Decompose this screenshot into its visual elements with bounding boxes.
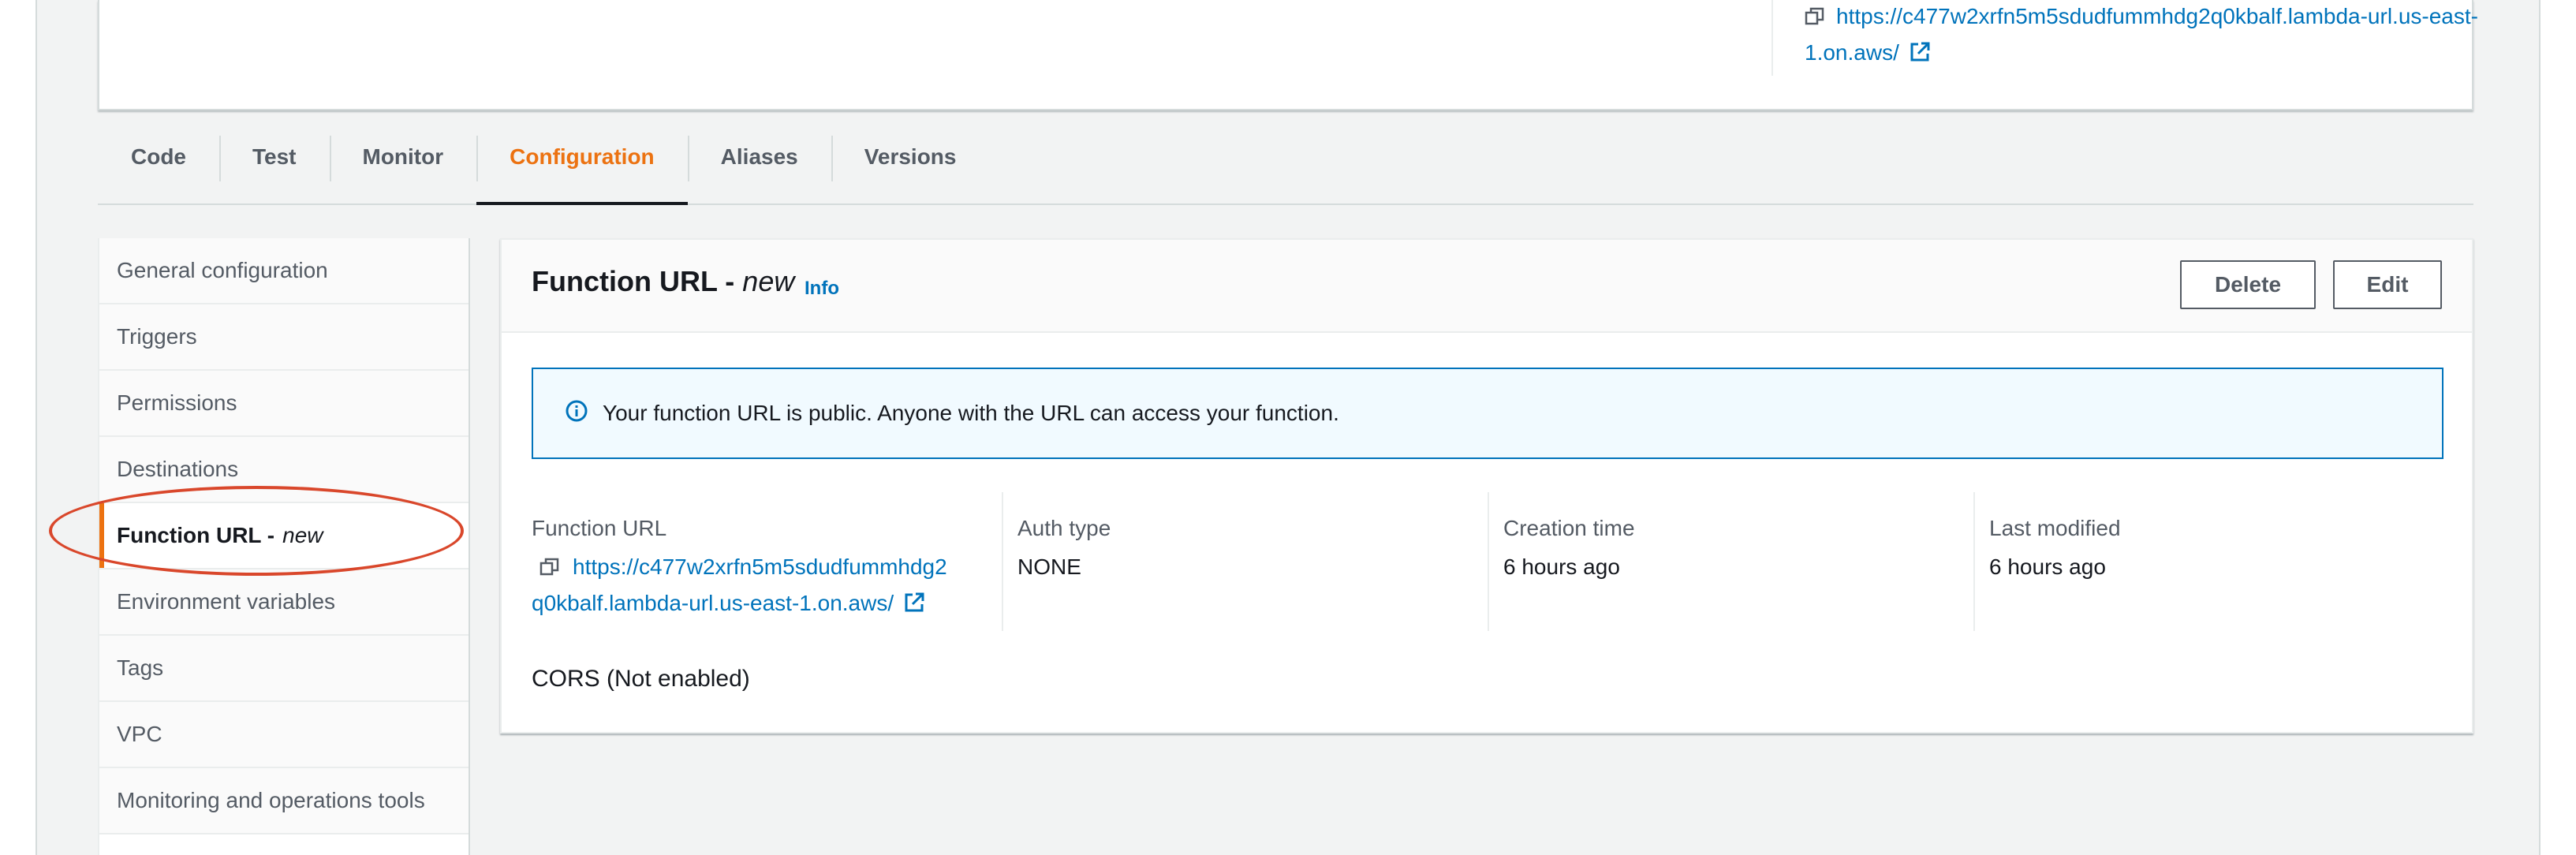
tab-configuration-label[interactable]: Configuration bbox=[510, 144, 655, 170]
tab-versions-label[interactable]: Versions bbox=[864, 144, 957, 170]
copy-icon[interactable] bbox=[1805, 3, 1825, 36]
column-divider bbox=[1973, 492, 1975, 631]
function-url-panel: Function URL - new Info Delete Edit Your … bbox=[500, 238, 2473, 734]
panel-header: Function URL - new Info Delete Edit bbox=[502, 240, 2472, 333]
external-link-icon[interactable] bbox=[1909, 39, 1931, 73]
menu-item-label[interactable]: Tags bbox=[117, 655, 163, 681]
menu-item-destinations[interactable]: Destinations bbox=[99, 437, 469, 503]
info-link[interactable]: Info bbox=[805, 278, 839, 300]
delete-button[interactable]: Delete bbox=[2180, 260, 2316, 309]
menu-item-environment-variables[interactable]: Environment variables bbox=[99, 569, 469, 636]
function-overview-panel: https://c477w2xrfn5m5sdudfummhdg2q0kbalf… bbox=[98, 0, 2478, 110]
function-tabs: Code Test Monitor Configuration Aliases … bbox=[98, 128, 2473, 205]
overview-divider bbox=[1771, 0, 1773, 76]
menu-item-label[interactable]: Permissions bbox=[117, 390, 237, 416]
external-link-icon[interactable] bbox=[903, 590, 925, 623]
auth-type-value: NONE bbox=[1017, 554, 1081, 579]
function-url-line2[interactable]: q0kbalf.lambda-url.us-east-1.on.aws/ bbox=[532, 591, 894, 615]
menu-item-vpc[interactable]: VPC bbox=[99, 702, 469, 768]
detail-creation-time: Creation time 6 hours ago bbox=[1503, 492, 1961, 631]
alert-text: Your function URL is public. Anyone with… bbox=[603, 401, 1339, 425]
menu-item-function-url[interactable]: Function URL - new bbox=[99, 503, 469, 569]
tab-monitor[interactable]: Monitor bbox=[329, 128, 477, 203]
tab-monitor-label[interactable]: Monitor bbox=[363, 144, 444, 170]
menu-item-label[interactable]: Triggers bbox=[117, 324, 197, 349]
menu-item-monitoring-and-operations-tools[interactable]: Monitoring and operations tools bbox=[99, 768, 469, 834]
menu-item-new-badge: new bbox=[282, 523, 323, 547]
menu-item-label[interactable]: Monitoring and operations tools bbox=[117, 788, 425, 813]
last-modified-label: Last modified bbox=[1989, 516, 2121, 540]
public-url-alert: Your function URL is public. Anyone with… bbox=[532, 368, 2443, 459]
tab-test[interactable]: Test bbox=[219, 128, 330, 203]
last-modified-value: 6 hours ago bbox=[1989, 554, 2106, 579]
auth-type-label: Auth type bbox=[1017, 516, 1111, 540]
detail-last-modified: Last modified 6 hours ago bbox=[1989, 492, 2443, 631]
menu-item-label[interactable]: Environment variables bbox=[117, 589, 335, 614]
info-icon bbox=[565, 399, 588, 428]
function-url-label: Function URL bbox=[532, 516, 667, 540]
detail-auth-type: Auth type NONE bbox=[1017, 492, 1475, 631]
panel-title-text: Function URL - bbox=[532, 265, 735, 297]
tab-aliases-label[interactable]: Aliases bbox=[721, 144, 798, 170]
creation-time-value: 6 hours ago bbox=[1503, 554, 1620, 579]
menu-item-label[interactable]: Function URL - bbox=[117, 523, 274, 548]
panel-title-new-badge: new bbox=[742, 265, 795, 297]
menu-item-permissions[interactable]: Permissions bbox=[99, 371, 469, 437]
overview-url-line1[interactable]: https://c477w2xrfn5m5sdudfummhdg2q0kbalf… bbox=[1836, 4, 2478, 28]
function-url-details: Function URL https://c477w2xrfn5m5sdudfu… bbox=[532, 492, 2443, 634]
function-url-line1[interactable]: https://c477w2xrfn5m5sdudfummhdg2 bbox=[573, 554, 947, 579]
menu-item-triggers[interactable]: Triggers bbox=[99, 304, 469, 371]
edit-button[interactable]: Edit bbox=[2333, 260, 2442, 309]
menu-item-general-configuration[interactable]: General configuration bbox=[99, 238, 469, 304]
menu-item-tags[interactable]: Tags bbox=[99, 636, 469, 702]
detail-function-url: Function URL https://c477w2xrfn5m5sdudfu… bbox=[532, 492, 997, 631]
overview-url-line2[interactable]: 1.on.aws/ bbox=[1805, 40, 1899, 65]
column-divider bbox=[1002, 492, 1003, 631]
function-url-value[interactable]: https://c477w2xrfn5m5sdudfummhdg2 q0kbal… bbox=[532, 551, 997, 623]
configuration-menu: General configuration Triggers Permissio… bbox=[98, 238, 470, 855]
copy-icon[interactable] bbox=[539, 554, 560, 587]
tab-code[interactable]: Code bbox=[98, 128, 219, 203]
creation-time-label: Creation time bbox=[1503, 516, 1635, 540]
menu-item-label[interactable]: Destinations bbox=[117, 457, 238, 482]
tab-aliases[interactable]: Aliases bbox=[687, 128, 831, 203]
menu-item-label[interactable]: VPC bbox=[117, 722, 162, 747]
cors-status: CORS (Not enabled) bbox=[532, 666, 750, 692]
tab-code-label[interactable]: Code bbox=[131, 144, 186, 170]
overview-function-url[interactable]: https://c477w2xrfn5m5sdudfummhdg2q0kbalf… bbox=[1805, 0, 2546, 73]
tab-configuration[interactable]: Configuration bbox=[476, 128, 688, 205]
panel-title: Function URL - new bbox=[532, 265, 794, 298]
menu-item-label[interactable]: General configuration bbox=[117, 258, 328, 283]
tab-test-label[interactable]: Test bbox=[252, 144, 297, 170]
column-divider bbox=[1488, 492, 1489, 631]
tab-versions[interactable]: Versions bbox=[831, 128, 990, 203]
